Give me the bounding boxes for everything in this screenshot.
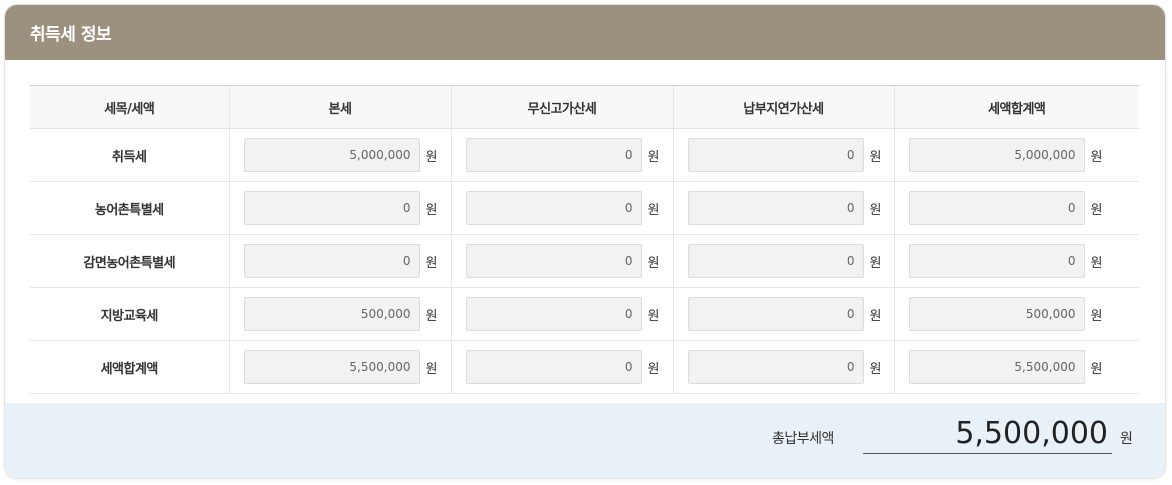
table-row: 지방교육세 원 원 원 원: [30, 287, 1139, 341]
table-row: 세액합계액 원 원 원 원: [30, 340, 1139, 394]
amount-input[interactable]: [465, 191, 642, 225]
unit-label: 원: [425, 255, 438, 271]
amount-input[interactable]: [687, 244, 864, 278]
amount-input[interactable]: [908, 350, 1085, 384]
col-header-non-filing-penalty: 무신고가산세: [450, 85, 673, 129]
amount-input[interactable]: [687, 191, 864, 225]
total-payment-amount: 5,500,000: [863, 416, 1112, 454]
row-label: 농어촌특별세: [30, 181, 229, 235]
amount-input[interactable]: [243, 191, 420, 225]
unit-label: 원: [647, 308, 660, 324]
panel-title: 취득세 정보: [30, 25, 112, 45]
unit-label: 원: [869, 149, 882, 165]
col-header-late-payment-penalty: 납부지연가산세: [672, 85, 894, 129]
amount-input[interactable]: [908, 244, 1085, 278]
table-row: 농어촌특별세 원 원 원 원: [30, 181, 1139, 235]
amount-input[interactable]: [243, 138, 420, 172]
unit-label: 원: [647, 255, 660, 271]
unit-label: 원: [425, 202, 438, 218]
row-label: 감면농어촌특별세: [30, 234, 229, 288]
unit-label: 원: [869, 202, 882, 218]
unit-label: 원: [647, 149, 660, 165]
amount-input[interactable]: [465, 244, 642, 278]
amount-input[interactable]: [465, 297, 642, 331]
unit-label: 원: [1090, 255, 1103, 271]
unit-label: 원: [1090, 361, 1103, 377]
amount-input[interactable]: [243, 350, 420, 384]
unit-label: 원: [1090, 202, 1103, 218]
total-payment-footer: 총납부세액 5,500,000 원: [5, 403, 1165, 478]
amount-input[interactable]: [908, 191, 1085, 225]
row-label: 지방교육세: [30, 287, 229, 341]
panel-header: 취득세 정보: [5, 5, 1165, 60]
unit-label: 원: [1090, 149, 1103, 165]
amount-input[interactable]: [687, 138, 864, 172]
unit-label: 원: [425, 149, 438, 165]
unit-label: 원: [425, 308, 438, 324]
table-row: 감면농어촌특별세 원 원 원 원: [30, 234, 1139, 288]
tax-table: 세목/세액 본세 무신고가산세 납부지연가산세 세액합계액 취득세 원 원 원 …: [30, 85, 1139, 394]
unit-label: 원: [1090, 308, 1103, 324]
col-header-tax-item: 세목/세액: [30, 85, 229, 129]
amount-input[interactable]: [687, 350, 864, 384]
table-row: 취득세 원 원 원 원: [30, 128, 1139, 182]
table-header-row: 세목/세액 본세 무신고가산세 납부지연가산세 세액합계액: [30, 85, 1139, 129]
col-header-base-tax: 본세: [228, 85, 451, 129]
row-label: 취득세: [30, 128, 229, 182]
amount-input[interactable]: [908, 138, 1085, 172]
amount-input[interactable]: [687, 297, 864, 331]
amount-input[interactable]: [465, 138, 642, 172]
col-header-tax-total: 세액합계액: [893, 85, 1139, 129]
unit-label: 원: [647, 361, 660, 377]
unit-label: 원: [869, 308, 882, 324]
unit-label: 원: [647, 202, 660, 218]
amount-input[interactable]: [243, 297, 420, 331]
unit-label: 원: [425, 361, 438, 377]
amount-input[interactable]: [243, 244, 420, 278]
unit-label: 원: [869, 361, 882, 377]
total-payment-label: 총납부세액: [772, 431, 834, 447]
amount-input[interactable]: [908, 297, 1085, 331]
total-payment-unit: 원: [1120, 431, 1133, 447]
unit-label: 원: [869, 255, 882, 271]
row-label: 세액합계액: [30, 340, 229, 394]
amount-input[interactable]: [465, 350, 642, 384]
acquisition-tax-panel: 취득세 정보 세목/세액 본세 무신고가산세 납부지연가산세 세액합계액 취득세…: [5, 5, 1165, 478]
